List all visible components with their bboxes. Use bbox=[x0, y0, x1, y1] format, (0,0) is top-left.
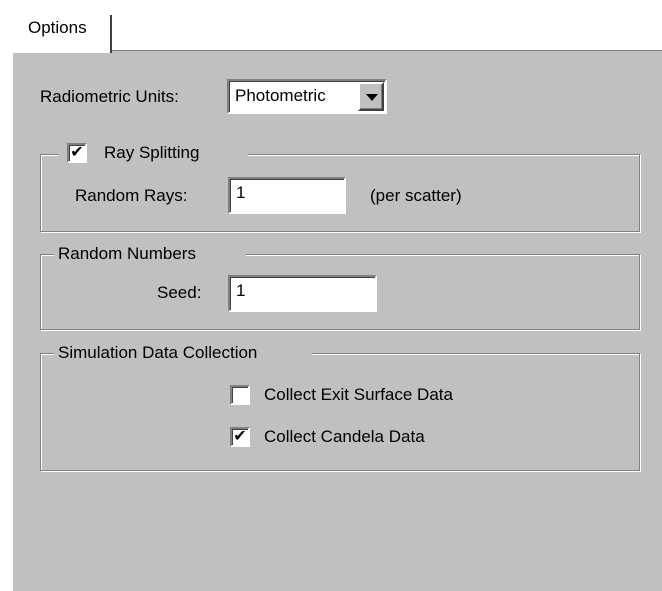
radiometric-units-select[interactable]: Photometric bbox=[227, 79, 387, 114]
candela-label: Collect Candela Data bbox=[264, 427, 425, 446]
exit-surface-checkbox[interactable] bbox=[230, 385, 250, 405]
exit-surface-label: Collect Exit Surface Data bbox=[264, 385, 453, 404]
per-scatter-label: (per scatter) bbox=[370, 186, 462, 205]
random-rays-label: Random Rays: bbox=[75, 186, 188, 205]
ray-splitting-checkbox[interactable]: ✔ bbox=[67, 143, 87, 163]
random-numbers-legend: Random Numbers bbox=[58, 244, 196, 263]
tab-options-label: Options bbox=[28, 18, 87, 37]
seed-label: Seed: bbox=[157, 283, 202, 302]
simulation-data-legend: Simulation Data Collection bbox=[58, 343, 258, 362]
simulation-data-group bbox=[40, 353, 640, 471]
dropdown-button[interactable] bbox=[358, 82, 384, 111]
check-icon: ✔ bbox=[70, 144, 84, 161]
random-rays-input[interactable]: 1 bbox=[228, 177, 346, 214]
ray-splitting-label: Ray Splitting bbox=[104, 143, 200, 162]
candela-checkbox[interactable]: ✔ bbox=[230, 427, 250, 447]
seed-input[interactable]: 1 bbox=[228, 275, 377, 312]
radiometric-units-label: Radiometric Units: bbox=[40, 87, 179, 106]
chevron-down-icon bbox=[366, 94, 378, 101]
check-icon: ✔ bbox=[233, 428, 247, 445]
radiometric-units-value: Photometric bbox=[235, 86, 326, 105]
